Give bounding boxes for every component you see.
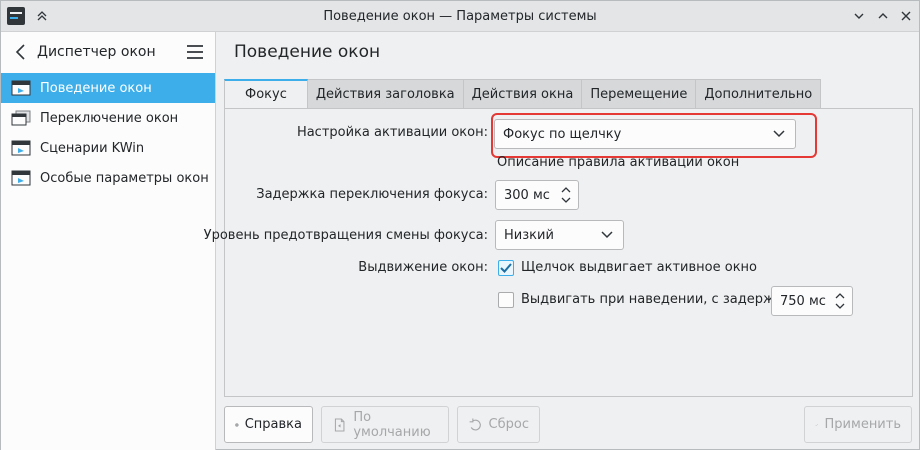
- settings-window: Поведение окон — Параметры системы Диспе…: [0, 0, 920, 450]
- hover-delay-value: 750 мс: [780, 293, 826, 309]
- chevron-down-icon: [601, 231, 613, 239]
- activation-policy-combo[interactable]: Фокус по щелчку: [494, 119, 796, 149]
- focus-delay-value: 300 мс: [504, 187, 550, 203]
- sidebar-item-label: Особые параметры окон: [40, 170, 209, 186]
- focus-prevention-value: Низкий: [504, 227, 554, 243]
- apply-button[interactable]: Применить: [804, 406, 912, 443]
- click-raise-label[interactable]: Щелчок выдвигает активное окно: [521, 260, 757, 275]
- window-title: Поведение окон — Параметры системы: [323, 9, 597, 24]
- focus-prevention-label: Уровень предотвращения смены фокуса:: [203, 228, 488, 243]
- sidebar-header: Диспетчер окон: [1, 32, 215, 72]
- chevron-down-icon: [773, 130, 785, 138]
- sidebar-item-window-behavior[interactable]: Поведение окон: [1, 73, 215, 103]
- hover-raise-checkbox[interactable]: [498, 292, 514, 308]
- lifebuoy-icon: [235, 422, 239, 427]
- raise-windows-label: Выдвижение окон:: [358, 260, 488, 275]
- spin-arrows-icon[interactable]: [833, 290, 847, 312]
- hamburger-menu-icon[interactable]: [185, 44, 205, 60]
- tab-focus[interactable]: Фокус: [224, 79, 308, 109]
- task-switcher-icon: [11, 110, 31, 126]
- help-button[interactable]: Справка: [224, 406, 313, 443]
- checkmark-icon: [815, 423, 819, 426]
- sidebar-item-task-switcher[interactable]: Переключение окон: [1, 103, 215, 133]
- activation-policy-value: Фокус по щелчку: [503, 126, 622, 142]
- tab-movement[interactable]: Перемещение: [582, 79, 697, 109]
- hover-delay-spinbox[interactable]: 750 мс: [771, 286, 853, 316]
- sidebar-title: Диспетчер окон: [37, 44, 156, 60]
- focus-delay-spinbox[interactable]: 300 мс: [495, 180, 579, 210]
- sidebar-item-label: Поведение окон: [40, 80, 152, 96]
- page-title: Поведение окон: [234, 42, 381, 62]
- window-icon: [11, 80, 31, 96]
- hover-raise-label[interactable]: Выдвигать при наведении, с задержкой:: [521, 292, 803, 307]
- scripts-icon: [11, 140, 31, 156]
- activation-policy-description: Описание правила активации окон: [497, 155, 740, 170]
- close-button[interactable]: [895, 5, 917, 27]
- title-bar: Поведение окон — Параметры системы: [1, 1, 919, 32]
- activation-policy-label: Настройка активации окон:: [296, 125, 488, 140]
- focus-delay-label: Задержка переключения фокуса:: [256, 187, 488, 202]
- maximize-button[interactable]: [872, 5, 894, 27]
- defaults-button[interactable]: По умолчанию: [321, 406, 449, 443]
- tab-titlebar-actions[interactable]: Действия заголовка: [307, 79, 464, 109]
- document-revert-icon: [334, 418, 345, 431]
- tab-window-actions[interactable]: Действия окна: [463, 79, 583, 109]
- sidebar-item-kwin-scripts[interactable]: Сценарии KWin: [1, 133, 215, 163]
- sidebar: Диспетчер окон Поведение окон Переключен…: [1, 32, 216, 450]
- back-arrow-icon[interactable]: [11, 42, 31, 62]
- focus-prevention-combo[interactable]: Низкий: [495, 220, 624, 250]
- apply-button-label: Применить: [824, 417, 901, 432]
- reset-button-label: Сброс: [488, 417, 529, 432]
- sidebar-item-window-rules[interactable]: Особые параметры окон: [1, 163, 215, 193]
- sidebar-item-label: Переключение окон: [40, 110, 179, 126]
- reset-button[interactable]: Сброс: [457, 406, 540, 443]
- window-rules-icon: [11, 170, 31, 186]
- sidebar-item-label: Сценарии KWin: [40, 140, 145, 156]
- tab-bar: Фокус Действия заголовка Действия окна П…: [224, 79, 822, 109]
- tab-advanced[interactable]: Дополнительно: [696, 79, 822, 109]
- minimize-button[interactable]: [848, 5, 870, 27]
- defaults-button-label: По умолчанию: [353, 409, 431, 440]
- checkmark-icon: [500, 263, 512, 273]
- spin-arrows-icon[interactable]: [559, 184, 573, 206]
- click-raise-checkbox[interactable]: [498, 260, 514, 276]
- undo-icon: [469, 418, 481, 430]
- help-button-label: Справка: [244, 417, 302, 432]
